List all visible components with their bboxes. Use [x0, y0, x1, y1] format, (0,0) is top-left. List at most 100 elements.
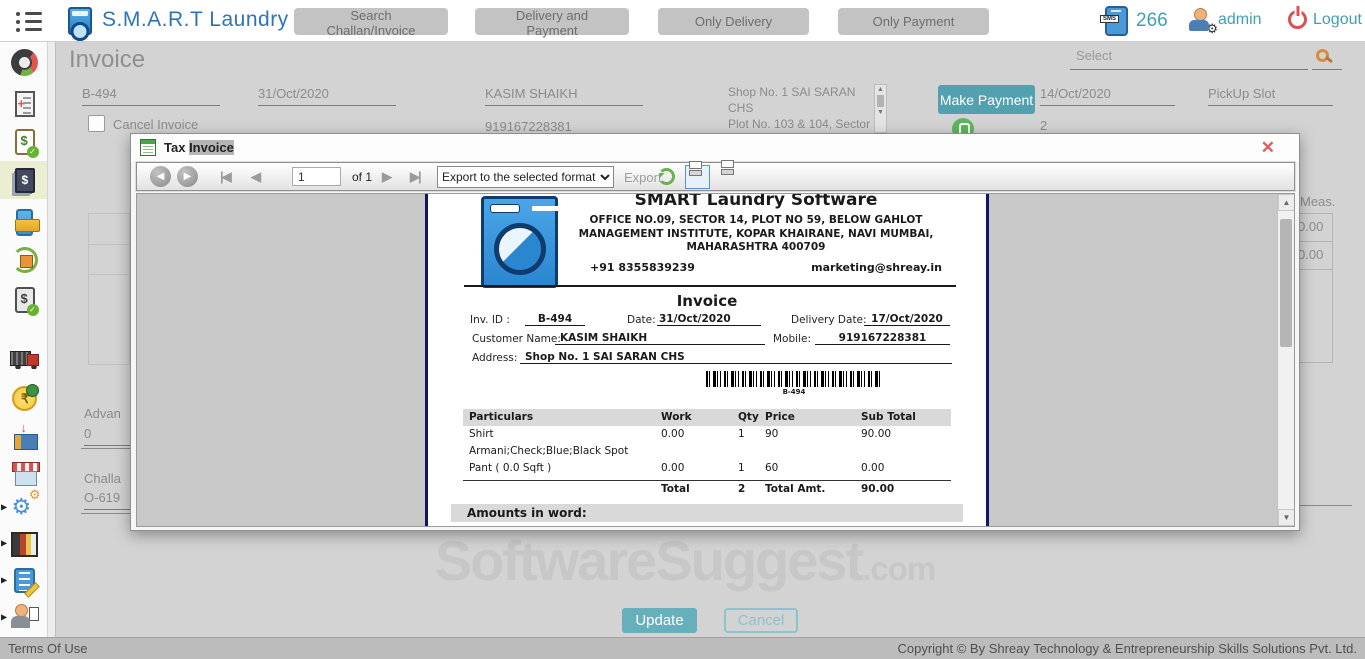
report-document-icon: [140, 139, 156, 156]
inv-customer-value: KASIM SHAIKH: [555, 332, 765, 345]
invoice-document: SMART Laundry Software OFFICE NO.09, SEC…: [425, 194, 989, 526]
sidebar-item-challan[interactable]: [0, 281, 49, 319]
logout-button[interactable]: Logout: [1313, 11, 1362, 29]
invoice-company-address: OFFICE NO.09, SECTOR 14, PLOT NO 59, BEL…: [578, 214, 934, 253]
sidebar-item-inward[interactable]: [0, 418, 49, 456]
new-order-receipt-icon: [14, 91, 35, 117]
cancel-invoice-checkbox[interactable]: [88, 115, 105, 132]
sms-phone-icon[interactable]: [1100, 6, 1128, 36]
challan-field[interactable]: O-619: [84, 490, 130, 510]
search-challan-invoice-button[interactable]: Search Challan/Invoice: [294, 8, 448, 38]
page-number-input[interactable]: [292, 167, 341, 186]
package-return-icon: [11, 246, 39, 274]
scroll-down-icon[interactable]: ▼: [1278, 509, 1294, 526]
page-title: Invoice: [69, 46, 146, 73]
app-logo-washing-machine-icon: [68, 7, 92, 35]
first-page-button[interactable]: |◀: [220, 169, 232, 185]
invoice-date-field[interactable]: 31/Oct/2020: [258, 86, 396, 106]
invoice-number-field[interactable]: B-494: [82, 86, 220, 106]
sidebar-item-dashboard[interactable]: [0, 43, 49, 81]
refresh-icon[interactable]: [658, 168, 675, 185]
delivery-and-payment-button[interactable]: Delivery and Payment: [475, 8, 629, 38]
menu-hamburger-icon[interactable]: [16, 11, 42, 32]
invoice-company-email: marketing@shreay.in: [811, 260, 942, 274]
invoice-doc-title: Invoice: [676, 292, 738, 310]
top-bar: S.M.A.R.T Laundry Search Challan/Invoice…: [0, 0, 1365, 42]
table-total-row: Total 2 Total Amt. 90.00: [463, 480, 951, 497]
sidebar-item-payment[interactable]: [0, 203, 49, 241]
estimate-clipboard-icon: [14, 129, 39, 158]
print-preview-icon[interactable]: [685, 165, 710, 189]
print-icon[interactable]: [718, 165, 743, 189]
customer-name-field[interactable]: KASIM SHAIKH: [485, 86, 643, 106]
export-format-select[interactable]: Export to the selected format: [437, 166, 614, 188]
sidebar-item-register[interactable]: [0, 561, 49, 599]
advance-field[interactable]: 0: [84, 426, 130, 446]
search-icon[interactable]: [1316, 49, 1329, 62]
copyright-text: Copyright © By Shreay Technology & Entre…: [897, 641, 1357, 656]
barcode-label: B-494: [782, 388, 806, 396]
update-button[interactable]: Update: [622, 608, 697, 633]
power-icon[interactable]: [1288, 10, 1307, 29]
terms-of-use-link[interactable]: Terms Of Use: [8, 641, 87, 656]
pickup-slot-field[interactable]: PickUp Slot: [1208, 86, 1333, 106]
history-forward-button[interactable]: ▶: [177, 166, 198, 187]
last-page-button[interactable]: ▶|: [410, 169, 422, 185]
select-dropdown[interactable]: Select: [1070, 48, 1308, 70]
address-scrollbar[interactable]: ▲ ▼: [874, 84, 887, 133]
register-edit-icon: [14, 567, 35, 593]
only-delivery-button[interactable]: Only Delivery: [658, 8, 809, 35]
sidebar-item-new-order[interactable]: [0, 85, 49, 123]
table-header-row: Particulars Work Qty Price Sub Total: [463, 409, 951, 426]
sidebar-item-accounts[interactable]: [0, 598, 49, 636]
meas-value: 0.00: [1298, 247, 1324, 262]
sidebar-item-reports[interactable]: [0, 524, 49, 562]
reports-books-icon: [11, 531, 38, 557]
inward-machine-icon: [12, 420, 38, 450]
sidebar-item-settings[interactable]: [0, 487, 49, 526]
inv-delivery-date-label: Delivery Date:: [791, 314, 867, 326]
inv-date-value: 31/Oct/2020: [657, 313, 761, 326]
sidebar-item-invoice[interactable]: [0, 161, 49, 199]
payment-phone-card-icon: [15, 208, 40, 236]
search-field[interactable]: [1312, 48, 1342, 70]
dashboard-icon: [11, 48, 38, 76]
app-title: S.M.A.R.T Laundry: [102, 8, 289, 31]
make-payment-button[interactable]: Make Payment: [938, 85, 1035, 114]
history-back-button[interactable]: ◀: [150, 166, 171, 187]
viewer-scrollbar[interactable]: ▲ ▼: [1277, 194, 1294, 526]
address-textarea[interactable]: Shop No. 1 SAI SARAN CHS Plot No. 103 & …: [728, 84, 888, 133]
sidebar-item-estimate[interactable]: [0, 123, 49, 161]
table-row: Pant ( 0.0 Sqft ) 0.00 1 60 0.00: [469, 462, 885, 474]
only-payment-button[interactable]: Only Payment: [838, 8, 989, 35]
next-page-button[interactable]: ▶: [382, 169, 392, 185]
sidebar-item-delivery[interactable]: [0, 339, 49, 377]
store-shop-icon: [11, 460, 40, 486]
inv-delivery-date-value: 17/Oct/2020: [864, 313, 950, 326]
admin-user-label[interactable]: admin: [1218, 11, 1262, 29]
sidebar-item-store[interactable]: [0, 454, 49, 492]
tax-invoice-modal: Tax Invoice ✕ ◀ ▶ |◀ ◀ of 1 ▶ ▶| Export …: [130, 133, 1300, 531]
invoice-company-phone: +91 8355839239: [590, 260, 695, 274]
page-count-label: of 1: [352, 170, 373, 184]
admin-user-icon[interactable]: ⚙: [1188, 8, 1218, 36]
watermark: SoftwareSuggest.com: [434, 529, 936, 592]
sidebar-item-package-return[interactable]: [0, 241, 49, 279]
scroll-up-icon[interactable]: ▲: [1278, 194, 1294, 211]
scrollbar-thumb[interactable]: [1280, 219, 1292, 347]
sms-count: 266: [1136, 10, 1168, 31]
modal-title: Tax Invoice: [164, 140, 234, 155]
modal-titlebar: Tax Invoice ✕: [131, 134, 1299, 161]
amounts-in-word-label: Amounts in word:: [451, 504, 963, 522]
delivery-date-field[interactable]: 14/Oct/2020: [1040, 86, 1175, 106]
table-row: Armani;Check;Blue;Black Spot: [469, 445, 629, 457]
prev-page-button[interactable]: ◀: [251, 169, 261, 185]
inv-mobile-value: 919167228381: [815, 332, 950, 345]
sidebar-item-collection[interactable]: [0, 379, 49, 417]
close-icon[interactable]: ✕: [1261, 138, 1275, 158]
challan-label: Challa: [84, 471, 121, 486]
inv-customer-label: Customer Name:: [472, 333, 561, 345]
inv-address-label: Address:: [472, 352, 518, 364]
meas-column-header: Meas.: [1300, 194, 1336, 209]
cancel-button[interactable]: Cancel: [724, 608, 798, 633]
